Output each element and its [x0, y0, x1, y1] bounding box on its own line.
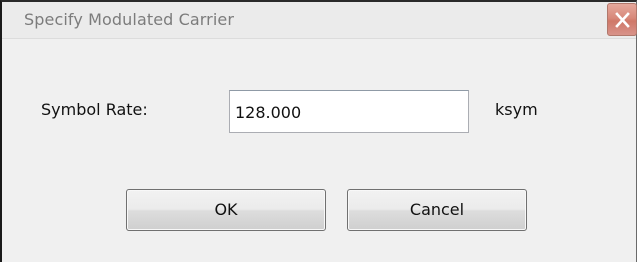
dialog-body: Symbol Rate: ksym OK Cancel [2, 39, 636, 262]
dialog-window: Specify Modulated Carrier Symbol Rate: k… [0, 0, 637, 262]
symbol-rate-unit: ksym [495, 100, 538, 119]
ok-button[interactable]: OK [126, 189, 326, 231]
symbol-rate-input[interactable] [229, 90, 469, 133]
close-button[interactable] [607, 3, 637, 36]
close-icon [615, 12, 630, 28]
title-bar[interactable]: Specify Modulated Carrier [2, 2, 637, 39]
cancel-button[interactable]: Cancel [347, 189, 527, 231]
symbol-rate-label: Symbol Rate: [41, 100, 148, 119]
dialog-title: Specify Modulated Carrier [24, 10, 235, 29]
